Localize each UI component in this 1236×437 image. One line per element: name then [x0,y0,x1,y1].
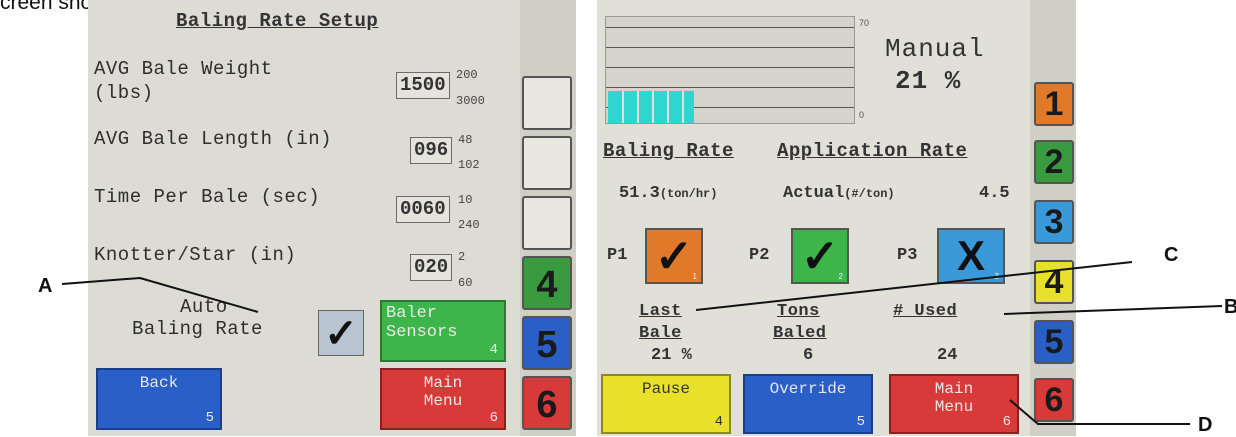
baler-sensors-label: Baler [386,304,438,323]
tons-baled-label-2: Baled [773,324,827,343]
pump-1-label: P1 [607,246,628,265]
bale-weight-unit: (lbs) [94,82,154,104]
baling-rate-setup-screen: Baling Rate Setup AVG Bale Weight (lbs) … [88,0,520,436]
application-rate-header: Application Rate [777,140,968,162]
bale-length-min: 48 [458,133,473,147]
gauge-fill [608,91,694,123]
used-value: 24 [937,346,958,365]
right-softkey-2[interactable]: 2 [1034,140,1074,184]
callout-a: A [38,275,53,297]
page-title: Baling Rate Setup [176,10,379,32]
actual-rate-value: Actual(#/ton) [783,184,895,203]
bale-weight-max: 3000 [456,94,485,108]
bale-length-label: AVG Bale Length (in) [94,128,333,150]
right-softkey-2-label: 2 [1044,143,1064,181]
right-softkey-3[interactable]: 3 [1034,200,1074,244]
left-softkey-5-label: 5 [536,324,558,366]
right-softkey-5[interactable]: 5 [1034,320,1074,364]
actual-unit: (#/ton) [844,187,895,201]
back-label: Back [139,374,179,392]
time-per-bale-label: Time Per Bale (sec) [94,186,321,208]
time-per-bale-field[interactable]: 0060 [396,196,450,223]
baling-rate-unit: (ton/hr) [659,187,718,201]
back-num: 5 [205,410,214,426]
mode-label: Manual [885,34,985,64]
back-button[interactable]: Back 5 [96,368,222,430]
callout-d-line [1009,399,1190,425]
callout-c: C [1164,244,1179,266]
gauge-max: 70 [859,18,870,28]
bale-length-field[interactable]: 096 [410,137,453,164]
baler-sensors-num: 4 [489,342,498,358]
gauge-min: 0 [859,110,865,120]
callout-d: D [1198,414,1213,436]
baling-rate-number: 51.3 [619,184,660,203]
knotter-star-label: Knotter/Star (in) [94,244,297,266]
operating-screen: 70 0 Manual 21 % Baling Rate Application… [597,0,1030,436]
right-softkey-5-label: 5 [1044,323,1064,361]
left-softkey-4[interactable]: 4 [522,256,572,310]
main-menu-button-right[interactable]: Main Menu 6 [889,374,1019,434]
main-menu-label-2: Menu [423,392,463,410]
baler-sensors-button[interactable]: Baler Sensors 4 [380,300,506,362]
auto-baling-rate-checkbox[interactable]: ✓ [318,310,364,356]
override-button[interactable]: Override 5 [743,374,873,434]
baling-rate-header: Baling Rate [603,140,734,162]
main-menu-num: 6 [489,410,498,426]
pause-num: 4 [714,414,723,430]
application-gauge [605,16,855,124]
tons-baled-value: 6 [803,346,814,365]
percent-value: 21 % [895,66,962,96]
left-softkey-3[interactable] [522,196,572,250]
left-softkey-6[interactable]: 6 [522,376,572,430]
main-menu-label: Main [934,380,974,398]
right-softkey-3-label: 3 [1044,203,1064,241]
callout-a-line [61,276,259,313]
main-menu-label-2: Menu [934,398,974,416]
right-softkey-1-label: 1 [1044,85,1064,123]
actual-label: Actual [783,184,845,203]
override-label: Override [769,380,847,398]
callout-b-line [1004,305,1223,315]
baler-sensors-label-2: Sensors [386,323,458,342]
last-bale-value: 21 % [651,346,692,365]
bale-weight-label: AVG Bale Weight [94,58,273,80]
actual-number: 4.5 [979,184,1010,203]
last-bale-label-2: Bale [639,324,682,343]
check-icon: ✓ [324,312,358,356]
knotter-star-field[interactable]: 020 [410,254,453,281]
bale-weight-field[interactable]: 1500 [396,72,450,99]
override-num: 5 [856,414,865,430]
left-softkey-6-label: 6 [536,384,558,426]
baling-rate-value: 51.3(ton/hr) [619,184,717,203]
right-softkey-1[interactable]: 1 [1034,82,1074,126]
last-bale-label: Last [639,302,682,321]
main-menu-label: Main [423,374,463,392]
knotter-star-max: 60 [458,276,473,290]
left-softkey-1[interactable] [522,76,572,130]
auto-baling-rate-label-2: Baling Rate [132,318,263,340]
pause-label: Pause [641,380,690,398]
bale-length-max: 102 [458,158,480,172]
left-softkey-5[interactable]: 5 [522,316,572,370]
knotter-star-min: 2 [458,250,466,264]
callout-b: B [1224,296,1236,318]
left-softkey-4-label: 4 [536,264,558,306]
main-menu-button[interactable]: Main Menu 6 [380,368,506,430]
time-per-bale-min: 10 [458,193,473,207]
pause-button[interactable]: Pause 4 [601,374,731,434]
bale-weight-min: 200 [456,68,478,82]
time-per-bale-max: 240 [458,218,480,232]
left-softkey-2[interactable] [522,136,572,190]
